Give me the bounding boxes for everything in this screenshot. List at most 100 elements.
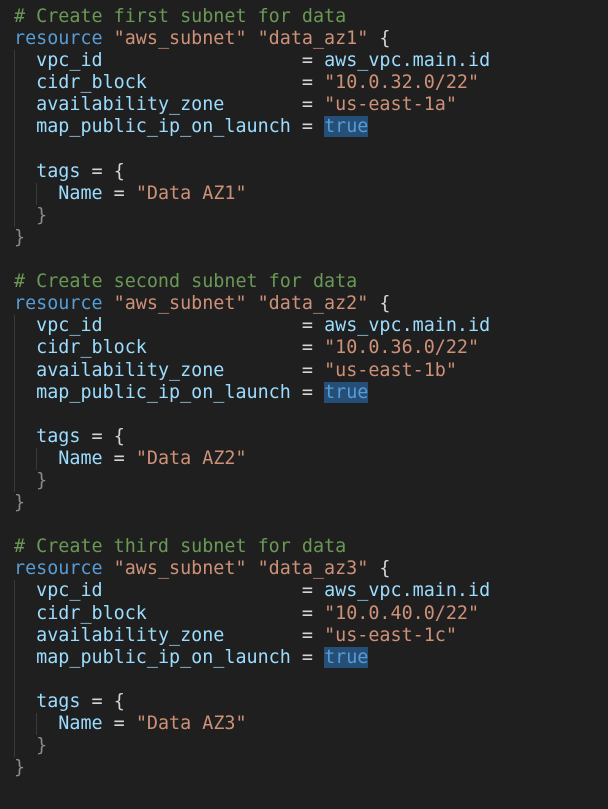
availability-zone-value: "us-east-1a" bbox=[324, 94, 457, 116]
resource-keyword: resource bbox=[14, 293, 103, 315]
alignment-space bbox=[147, 603, 291, 624]
vpc-id-value: aws_vpc.main.id bbox=[324, 315, 491, 337]
vpc-id-key: vpc_id bbox=[36, 50, 103, 72]
indent-guide bbox=[14, 359, 15, 382]
comment: # Create second subnet for data bbox=[14, 271, 358, 293]
indent-guide bbox=[14, 381, 15, 404]
code-line-resource-header[interactable]: resource "aws_subnet" "data_az1" { bbox=[0, 28, 608, 50]
availability-zone-value: "us-east-1b" bbox=[324, 359, 457, 381]
code-line-resource-header[interactable]: resource "aws_subnet" "data_az2" { bbox=[0, 293, 608, 315]
tags-open-brace: { bbox=[113, 425, 125, 447]
cidr-block-key: cidr_block bbox=[36, 72, 147, 94]
code-line-blank[interactable] bbox=[0, 249, 608, 271]
code-line-cidr-block[interactable]: cidr_block = "10.0.36.0/22" bbox=[0, 337, 608, 360]
code-line-outer-close[interactable]: } bbox=[0, 492, 608, 514]
code-line-tag-name[interactable]: Name = "Data AZ2" bbox=[0, 447, 608, 470]
alignment-space bbox=[103, 315, 291, 336]
open-brace: { bbox=[379, 558, 391, 580]
code-line-vpc-id[interactable]: vpc_id = aws_vpc.main.id bbox=[0, 580, 608, 603]
availability-zone-value: "us-east-1c" bbox=[324, 624, 457, 646]
alignment-space bbox=[103, 580, 291, 601]
resource-close-brace: } bbox=[14, 757, 26, 779]
code-line-availability-zone[interactable]: availability_zone = "us-east-1c" bbox=[0, 624, 608, 647]
vpc-id-value: aws_vpc.main.id bbox=[324, 50, 491, 72]
indent-guide bbox=[14, 713, 15, 736]
cidr-block-value: "10.0.32.0/22" bbox=[324, 72, 480, 94]
code-line-blank[interactable] bbox=[0, 668, 608, 691]
indent-guide bbox=[14, 72, 15, 95]
vpc-id-key: vpc_id bbox=[36, 580, 103, 602]
map-public-ip-value: true bbox=[324, 646, 369, 668]
map-public-ip-key: map_public_ip_on_launch bbox=[36, 646, 291, 668]
code-line-availability-zone[interactable]: availability_zone = "us-east-1b" bbox=[0, 359, 608, 382]
code-line-tag-name[interactable]: Name = "Data AZ3" bbox=[0, 713, 608, 736]
tags-close-brace: } bbox=[36, 469, 48, 491]
code-line-blank[interactable] bbox=[0, 403, 608, 426]
cidr-block-value: "10.0.36.0/22" bbox=[324, 337, 480, 359]
open-brace: { bbox=[379, 293, 391, 315]
indent-guide bbox=[14, 447, 15, 470]
vpc-id-value: aws_vpc.main.id bbox=[324, 580, 491, 602]
tags-open-brace: { bbox=[113, 690, 125, 712]
code-line-inner-close[interactable]: } bbox=[0, 204, 608, 227]
indent-guide bbox=[14, 116, 15, 139]
resource-name: "data_az1" bbox=[257, 28, 369, 50]
indent-guide bbox=[14, 602, 15, 625]
tags-key: tags bbox=[36, 425, 81, 447]
availability-zone-key: availability_zone bbox=[36, 94, 225, 116]
resource-type: "aws_subnet" bbox=[113, 293, 247, 315]
indent-guide bbox=[14, 204, 15, 227]
indent-guide bbox=[14, 50, 15, 73]
code-editor[interactable]: # Create first subnet for data resource … bbox=[0, 0, 608, 809]
resource-keyword: resource bbox=[14, 558, 103, 580]
code-line-resource-header[interactable]: resource "aws_subnet" "data_az3" { bbox=[0, 558, 608, 580]
code-line-cidr-block[interactable]: cidr_block = "10.0.40.0/22" bbox=[0, 602, 608, 625]
code-line-tags[interactable]: tags = { bbox=[0, 690, 608, 713]
indent-guide bbox=[14, 735, 15, 758]
code-line-tags[interactable]: tags = { bbox=[0, 425, 608, 448]
tag-name-value: "Data AZ3" bbox=[135, 713, 247, 734]
code-line-blank[interactable] bbox=[0, 138, 608, 161]
code-line-tag-name[interactable]: Name = "Data AZ1" bbox=[0, 182, 608, 205]
indent-guide bbox=[36, 182, 37, 205]
cidr-block-key: cidr_block bbox=[36, 337, 147, 359]
tags-key: tags bbox=[36, 690, 81, 712]
code-line-comment[interactable]: # Create third subnet for data bbox=[0, 536, 608, 558]
code-line-cidr-block[interactable]: cidr_block = "10.0.32.0/22" bbox=[0, 72, 608, 95]
indent-guide bbox=[36, 447, 37, 470]
availability-zone-key: availability_zone bbox=[36, 624, 225, 646]
code-line-availability-zone[interactable]: availability_zone = "us-east-1a" bbox=[0, 94, 608, 117]
indent-guide bbox=[14, 425, 15, 448]
tags-key: tags bbox=[36, 160, 81, 182]
map-public-ip-value: true bbox=[324, 116, 369, 138]
tag-name-value: "Data AZ1" bbox=[135, 182, 247, 204]
indent-guide bbox=[14, 138, 15, 161]
code-line-inner-close[interactable]: } bbox=[0, 735, 608, 758]
cidr-block-key: cidr_block bbox=[36, 602, 147, 624]
code-line-outer-close[interactable]: } bbox=[0, 757, 608, 779]
comment: # Create third subnet for data bbox=[14, 536, 347, 558]
tag-name-key: Name bbox=[58, 182, 103, 204]
indent-guide bbox=[14, 646, 15, 669]
code-line-map-public-ip[interactable]: map_public_ip_on_launch = true bbox=[0, 116, 608, 139]
code-line-vpc-id[interactable]: vpc_id = aws_vpc.main.id bbox=[0, 315, 608, 338]
code-line-map-public-ip[interactable]: map_public_ip_on_launch = true bbox=[0, 646, 608, 669]
alignment-space bbox=[147, 72, 291, 93]
indent-guide bbox=[14, 315, 15, 338]
availability-zone-key: availability_zone bbox=[36, 359, 225, 381]
indent-guide bbox=[14, 690, 15, 713]
code-line-tags[interactable]: tags = { bbox=[0, 160, 608, 183]
alignment-space bbox=[224, 94, 290, 115]
indent-guide bbox=[14, 182, 15, 205]
code-line-map-public-ip[interactable]: map_public_ip_on_launch = true bbox=[0, 381, 608, 404]
code-line-comment[interactable]: # Create second subnet for data bbox=[0, 271, 608, 293]
code-line-vpc-id[interactable]: vpc_id = aws_vpc.main.id bbox=[0, 50, 608, 73]
code-line-outer-close[interactable]: } bbox=[0, 227, 608, 249]
alignment-space bbox=[147, 337, 291, 358]
map-public-ip-value: true bbox=[324, 381, 369, 403]
resource-name: "data_az2" bbox=[257, 293, 369, 315]
code-line-comment[interactable]: # Create first subnet for data bbox=[0, 6, 608, 28]
code-line-blank[interactable] bbox=[0, 514, 608, 536]
cidr-block-value: "10.0.40.0/22" bbox=[324, 602, 480, 624]
code-line-inner-close[interactable]: } bbox=[0, 469, 608, 493]
